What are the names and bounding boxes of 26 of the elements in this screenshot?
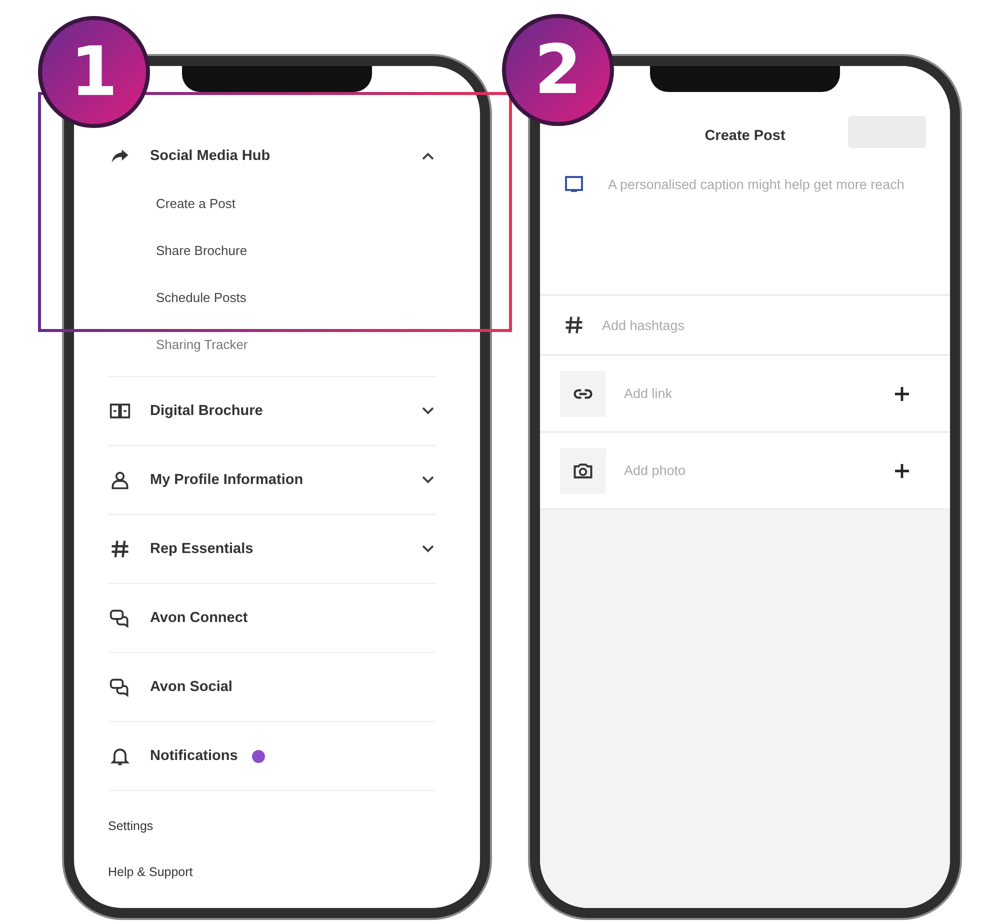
submenu-item[interactable]: Schedule Posts [156,274,246,321]
camera-icon [560,448,606,494]
add-icon[interactable] [894,386,910,402]
chevron-down-icon[interactable] [422,475,436,485]
menu-item[interactable]: Social Media Hub [150,148,270,164]
menu-item[interactable]: My Profile Information [150,472,304,488]
footer-link[interactable]: Help & Support [108,857,193,887]
chevron-up-icon[interactable] [422,151,436,161]
link-icon [560,370,606,416]
screen-title: Create Post [704,128,786,144]
chevron-down-icon[interactable] [422,406,436,416]
submenu-item[interactable]: Sharing Tracker [156,321,248,368]
menu-item[interactable]: Avon Connect [150,610,248,626]
menu-item[interactable]: Rep Essentials [150,541,254,557]
submenu-item[interactable]: Create a Post [156,180,236,227]
step-badge: 1 [38,16,150,128]
step-badge: 2 [502,14,614,126]
menu-item[interactable]: Avon Social [150,679,232,695]
menu-item[interactable]: Digital Brochure [150,403,263,419]
chevron-down-icon[interactable] [422,544,436,554]
add-icon[interactable] [894,462,910,478]
caption-field[interactable]: A personalised caption might help get more reach [608,172,908,232]
submenu-item[interactable]: Share Brochure [156,227,248,274]
hashtag-field[interactable]: Add hashtags [602,318,842,332]
menu-item[interactable]: Notifications [150,748,238,764]
footer-link[interactable]: Settings [108,811,154,841]
